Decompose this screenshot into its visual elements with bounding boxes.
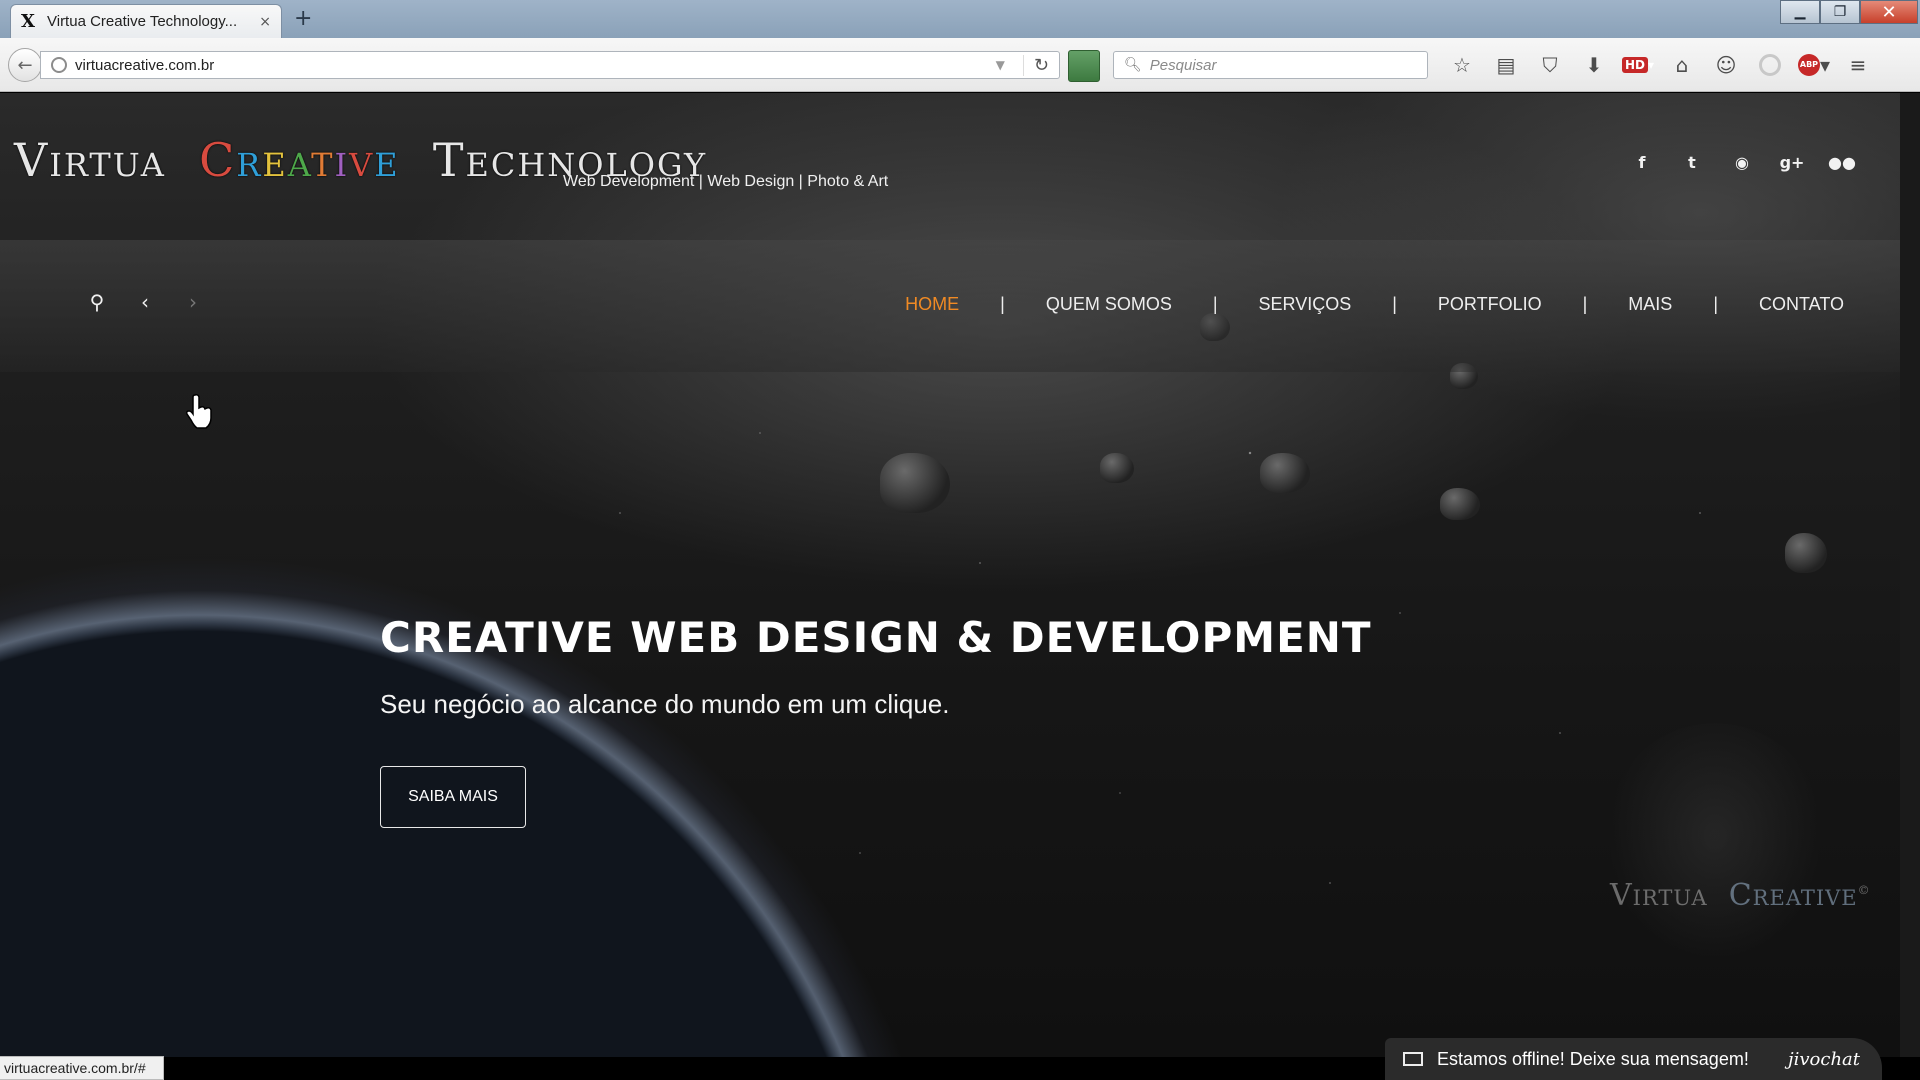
browser-navigation-bar: ← virtuacreative.com.br ▼ ↻ 🔍︎ ☆ ▤ ⛉ ⬇ H…	[0, 38, 1920, 92]
site-tagline: Web Development | Web Design | Photo & A…	[563, 173, 889, 190]
page-scrollbar[interactable]	[1900, 93, 1920, 1057]
chat-offline-message[interactable]: Estamos offline! Deixe sua mensagem!	[1437, 1049, 1788, 1070]
social-links: f t ◉ g+ ●●	[1617, 153, 1867, 172]
nav-separator: |	[1212, 294, 1218, 314]
watermark-word: Creative	[1728, 878, 1858, 913]
browser-toolbar: ☆ ▤ ⛉ ⬇ HD ▾ ⌂ ☺ ABP ▾ ≡	[1440, 52, 1880, 78]
chevron-left-icon[interactable]: ‹	[134, 290, 156, 314]
search-icon[interactable]: ⚲	[86, 290, 108, 314]
watermark-figure	[1600, 723, 1830, 973]
nav-menu: HOME | QUEM SOMOS | SERVIÇOS | PORTFOLIO…	[905, 294, 1844, 315]
watermark-word: Virtua	[1610, 878, 1708, 913]
search-icon: 🔍︎	[1124, 57, 1142, 73]
nav-separator: |	[1582, 294, 1588, 314]
tab-close-icon[interactable]: ×	[259, 14, 271, 30]
logo-letter: r	[236, 133, 263, 187]
history-dropdown-icon[interactable]: ▼	[996, 58, 1005, 72]
address-url[interactable]: virtuacreative.com.br	[75, 57, 996, 74]
extension-icon[interactable]	[1068, 50, 1100, 82]
pocket-icon[interactable]: ⛉	[1528, 52, 1572, 78]
logo-letter: e	[374, 133, 400, 187]
logo-letter: v	[349, 133, 375, 187]
asteroid	[1785, 533, 1827, 573]
site-favicon-icon: X	[21, 10, 35, 32]
logo-letter: a	[287, 133, 312, 187]
chevron-right-icon[interactable]: ›	[182, 290, 204, 314]
search-bar[interactable]: 🔍︎	[1113, 51, 1428, 79]
hd-icon[interactable]: HD ▾	[1616, 52, 1660, 78]
asteroid	[880, 453, 950, 513]
home-icon[interactable]: ⌂	[1660, 52, 1704, 78]
watermark-logo: Virtua Creative©	[1610, 878, 1871, 913]
facebook-icon[interactable]: f	[1617, 153, 1667, 172]
saiba-mais-button[interactable]: SAIBA MAIS	[380, 766, 526, 828]
nav-item-portfolio[interactable]: PORTFOLIO	[1438, 294, 1542, 315]
chat-icon[interactable]: ☺	[1704, 52, 1748, 78]
envelope-icon	[1403, 1052, 1423, 1066]
website-viewport: Virtua Creative Technology Web Developme…	[0, 93, 1900, 1057]
nav-separator: |	[1000, 294, 1005, 314]
hero-subtitle: Seu negócio ao alcance do mundo em um cl…	[380, 689, 950, 719]
nav-separator: |	[1392, 294, 1397, 314]
back-arrow-icon: ←	[17, 54, 33, 76]
jivochat-logo: jivochat	[1788, 1048, 1860, 1070]
nav-item-quem-somos[interactable]: QUEM SOMOS	[1046, 294, 1172, 315]
chat-widget[interactable]: Estamos offline! Deixe sua mensagem! jiv…	[1385, 1038, 1882, 1080]
download-icon[interactable]: ⬇	[1572, 52, 1616, 78]
copyright-mark: ©	[1857, 883, 1871, 897]
browser-tab-strip: X Virtua Creative Technology... × + ▁ ❐ …	[0, 0, 1920, 38]
maximize-button[interactable]: ❐	[1820, 0, 1860, 24]
github-icon[interactable]: ◉	[1717, 153, 1767, 172]
nav-item-servicos[interactable]: SERVIÇOS	[1259, 294, 1352, 315]
asteroid	[1100, 453, 1134, 483]
nav-item-contato[interactable]: CONTATO	[1759, 294, 1844, 315]
google-plus-icon[interactable]: g+	[1767, 153, 1817, 172]
twitter-icon[interactable]: t	[1667, 153, 1717, 172]
globe-icon	[51, 57, 67, 73]
logo-word-virtua: Virtua	[14, 133, 166, 187]
nav-item-mais[interactable]: MAIS	[1628, 294, 1672, 315]
star-icon[interactable]: ☆	[1440, 52, 1484, 78]
nav-item-home[interactable]: HOME	[905, 294, 959, 315]
logo-letter: e	[262, 133, 288, 187]
window-controls: ▁ ❐ ✕	[1780, 0, 1918, 26]
new-tab-button[interactable]: +	[294, 6, 312, 31]
hand-cursor-icon	[186, 394, 212, 429]
address-bar[interactable]: virtuacreative.com.br ▼ ↻	[40, 51, 1060, 79]
search-input[interactable]	[1149, 56, 1410, 74]
nav-separator: |	[1713, 294, 1718, 314]
menu-utility-icons: ⚲ ‹ ›	[86, 290, 204, 314]
main-navigation: ⚲ ‹ › HOME | QUEM SOMOS | SERVIÇOS | POR…	[0, 240, 1900, 372]
reading-list-icon[interactable]: ▤	[1484, 52, 1528, 78]
browser-tab[interactable]: X Virtua Creative Technology... ×	[10, 4, 282, 38]
logo-letter: i	[334, 133, 350, 187]
asteroid	[1440, 488, 1480, 520]
adblock-icon[interactable]: ABP ▾	[1792, 52, 1836, 78]
flickr-icon[interactable]: ●●	[1817, 153, 1867, 172]
window-close-button[interactable]: ✕	[1860, 0, 1918, 24]
menu-icon[interactable]: ≡	[1836, 52, 1880, 78]
site-header: Virtua Creative Technology Web Developme…	[0, 93, 1900, 240]
tab-title: Virtua Creative Technology...	[47, 13, 238, 30]
back-button[interactable]: ←	[8, 48, 42, 82]
status-bar-url: virtuacreative.com.br/#	[0, 1056, 164, 1080]
logo-letter: t	[311, 133, 335, 187]
hero-title: CREATIVE WEB DESIGN & DEVELOPMENT	[380, 613, 1372, 662]
minimize-button[interactable]: ▁	[1780, 0, 1820, 24]
asteroid	[1260, 453, 1310, 493]
notifications-icon[interactable]	[1748, 52, 1792, 78]
reload-icon[interactable]: ↻	[1022, 54, 1049, 76]
logo-letter: C	[199, 133, 237, 187]
